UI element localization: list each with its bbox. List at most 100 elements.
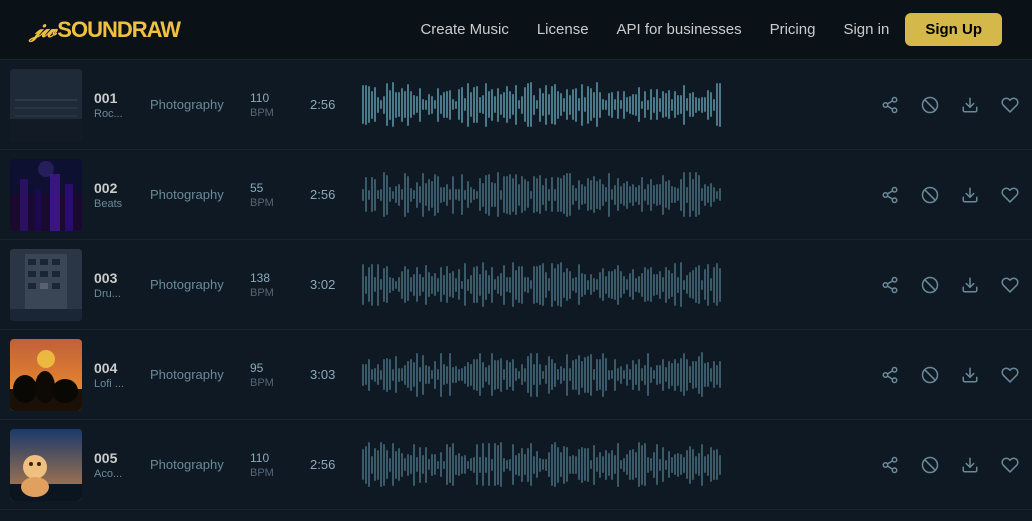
waveform-bar: [572, 360, 574, 390]
waveform-bar: [581, 361, 583, 388]
waveform-bar: [578, 98, 580, 111]
track-row[interactable]: 001 Roc... Photography 110BPM 2:56: [0, 60, 1032, 150]
waveform-bar: [551, 177, 553, 212]
waveform-bar: [458, 269, 460, 300]
waveform-bar: [374, 277, 376, 292]
download-icon[interactable]: [958, 273, 982, 297]
link-icon[interactable]: [918, 453, 942, 477]
waveform-bar: [470, 187, 472, 203]
waveform[interactable]: [362, 170, 862, 220]
waveform-bar: [539, 175, 541, 214]
waveform-bar: [659, 365, 661, 384]
waveform-bar: [446, 184, 448, 206]
waveform-bar: [392, 369, 394, 381]
signin-link[interactable]: Sign in: [843, 21, 889, 38]
track-row[interactable]: 003 Dru... Photography 138BPM 3:02: [0, 240, 1032, 330]
waveform-bar: [680, 179, 682, 211]
waveform-bar: [419, 274, 421, 296]
share-icon[interactable]: [878, 453, 902, 477]
waveform-bar: [599, 92, 601, 118]
waveform-bar: [500, 358, 502, 392]
waveform-bar: [626, 181, 628, 209]
waveform-bar: [560, 178, 562, 212]
favorite-icon[interactable]: [998, 453, 1022, 477]
share-icon[interactable]: [878, 93, 902, 117]
share-icon[interactable]: [878, 273, 902, 297]
waveform-bar: [461, 368, 463, 381]
waveform-bar: [524, 179, 526, 211]
track-actions: [878, 93, 1022, 117]
waveform-bar: [455, 366, 457, 383]
waveform-bar: [371, 264, 373, 306]
waveform-bar: [605, 187, 607, 202]
waveform-bar: [584, 186, 586, 204]
track-bpm: 138BPM: [250, 271, 310, 299]
waveform-bar: [710, 368, 712, 382]
waveform-bar: [530, 82, 532, 127]
waveform-bar: [365, 276, 367, 294]
waveform-bar: [674, 91, 676, 118]
waveform[interactable]: [362, 440, 862, 490]
waveform-bar: [656, 184, 658, 206]
track-genre: Photography: [150, 457, 250, 472]
download-icon[interactable]: [958, 363, 982, 387]
waveform-bar: [404, 173, 406, 217]
waveform-bar: [635, 278, 637, 292]
waveform-bar: [515, 455, 517, 475]
waveform-bar: [533, 266, 535, 304]
waveform-bar: [641, 101, 643, 109]
favorite-icon[interactable]: [998, 273, 1022, 297]
waveform-bar: [608, 173, 610, 217]
waveform-bar: [566, 447, 568, 482]
waveform-bar: [521, 96, 523, 114]
track-row[interactable]: 005 Aco... Photography 110BPM 2:56: [0, 420, 1032, 510]
link-icon[interactable]: [918, 93, 942, 117]
waveform-bar: [623, 370, 625, 379]
favorite-icon[interactable]: [998, 183, 1022, 207]
waveform-bar: [494, 279, 496, 290]
waveform-bar: [518, 266, 520, 303]
link-icon[interactable]: [918, 183, 942, 207]
favorite-icon[interactable]: [998, 93, 1022, 117]
waveform-bar: [482, 262, 484, 307]
track-row[interactable]: 002 Beats Photography 55BPM 2:56: [0, 150, 1032, 240]
waveform-bar: [449, 353, 451, 396]
waveform[interactable]: [362, 80, 862, 130]
nav-pricing[interactable]: Pricing: [770, 21, 816, 38]
waveform-bar: [485, 457, 487, 473]
nav-api[interactable]: API for businesses: [617, 21, 742, 38]
nav-create-music[interactable]: Create Music: [420, 21, 508, 38]
waveform-bar: [464, 366, 466, 384]
waveform-bar: [620, 186, 622, 204]
waveform-bar: [671, 273, 673, 297]
waveform-bar: [449, 273, 451, 297]
download-icon[interactable]: [958, 183, 982, 207]
waveform-bar: [677, 363, 679, 386]
waveform-bar: [386, 83, 388, 126]
waveform[interactable]: [362, 350, 862, 400]
track-genre: Photography: [150, 367, 250, 382]
waveform-bar: [575, 359, 577, 390]
link-icon[interactable]: [918, 273, 942, 297]
waveform-bar: [617, 368, 619, 381]
waveform-bar: [527, 83, 529, 127]
waveform[interactable]: [362, 260, 862, 310]
waveform-bar: [362, 449, 364, 480]
link-icon[interactable]: [918, 363, 942, 387]
waveform-bar: [386, 358, 388, 392]
track-row[interactable]: 004 Lofi ... Photography 95BPM 3:03: [0, 330, 1032, 420]
waveform-bar: [434, 361, 436, 389]
share-icon[interactable]: [878, 363, 902, 387]
waveform-bar: [455, 278, 457, 292]
waveform-bar: [410, 455, 412, 474]
waveform-bar: [641, 368, 643, 381]
nav-license[interactable]: License: [537, 21, 589, 38]
download-icon[interactable]: [958, 453, 982, 477]
share-icon[interactable]: [878, 183, 902, 207]
waveform-bar: [698, 175, 700, 215]
signup-button[interactable]: Sign Up: [905, 13, 1002, 46]
waveform-bar: [542, 93, 544, 116]
download-icon[interactable]: [958, 93, 982, 117]
waveform-bar: [680, 262, 682, 307]
favorite-icon[interactable]: [998, 363, 1022, 387]
